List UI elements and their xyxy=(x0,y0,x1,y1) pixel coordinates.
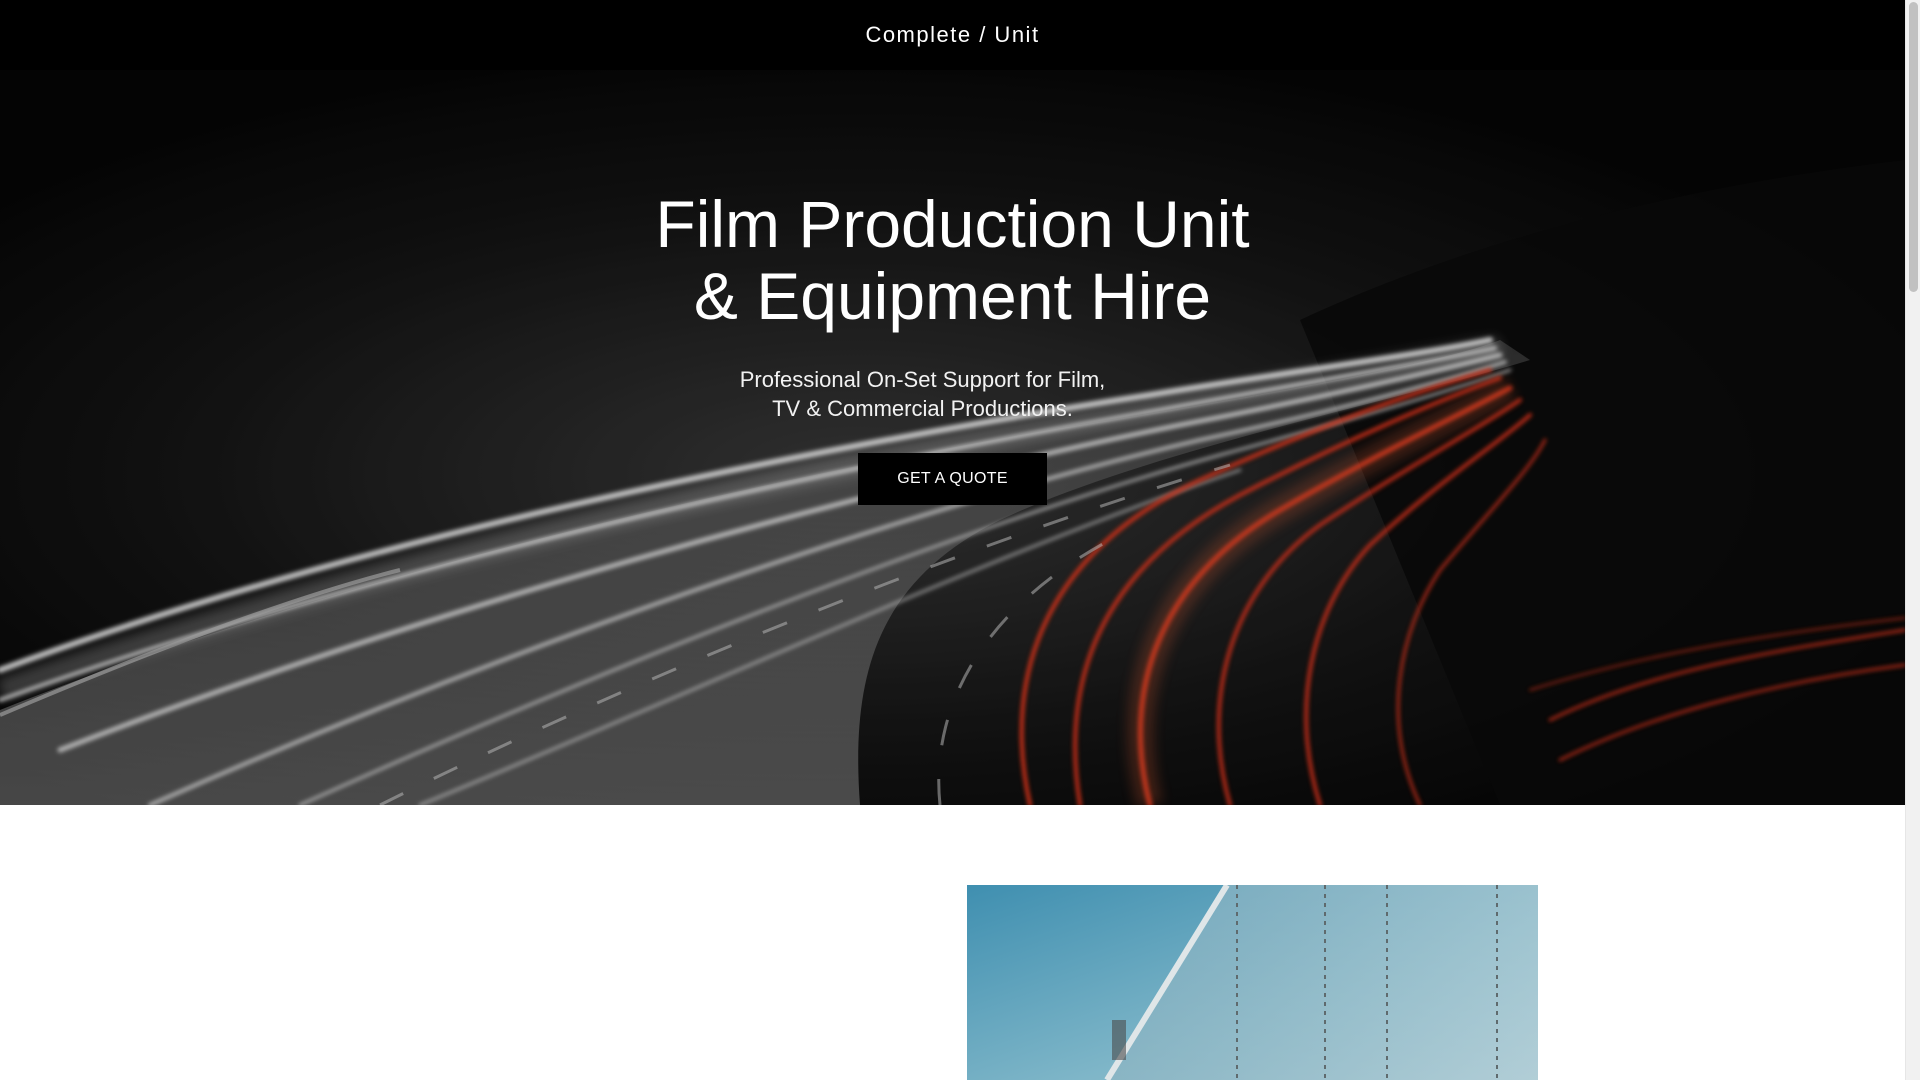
truck-trailer-image xyxy=(967,885,1538,1080)
brand-logo-link[interactable]: Complete / Unit xyxy=(865,22,1039,48)
hero-title: Film Production Unit & Equipment Hire xyxy=(655,187,1250,333)
page: Complete / Unit Film Production Unit & E… xyxy=(0,0,1920,1080)
hero-subtitle: Professional On-Set Support for Film, TV… xyxy=(739,367,1106,421)
content-section xyxy=(0,805,1905,1080)
get-a-quote-button[interactable]: GET A QUOTE xyxy=(858,453,1047,505)
site-header: Complete / Unit xyxy=(0,0,1905,70)
hero-section: Film Production Unit & Equipment Hire Pr… xyxy=(0,70,1905,805)
page-scrollbar[interactable] xyxy=(1905,0,1920,1080)
hero-content: Film Production Unit & Equipment Hire Pr… xyxy=(0,70,1905,805)
scrollbar-thumb[interactable] xyxy=(1909,2,1918,292)
